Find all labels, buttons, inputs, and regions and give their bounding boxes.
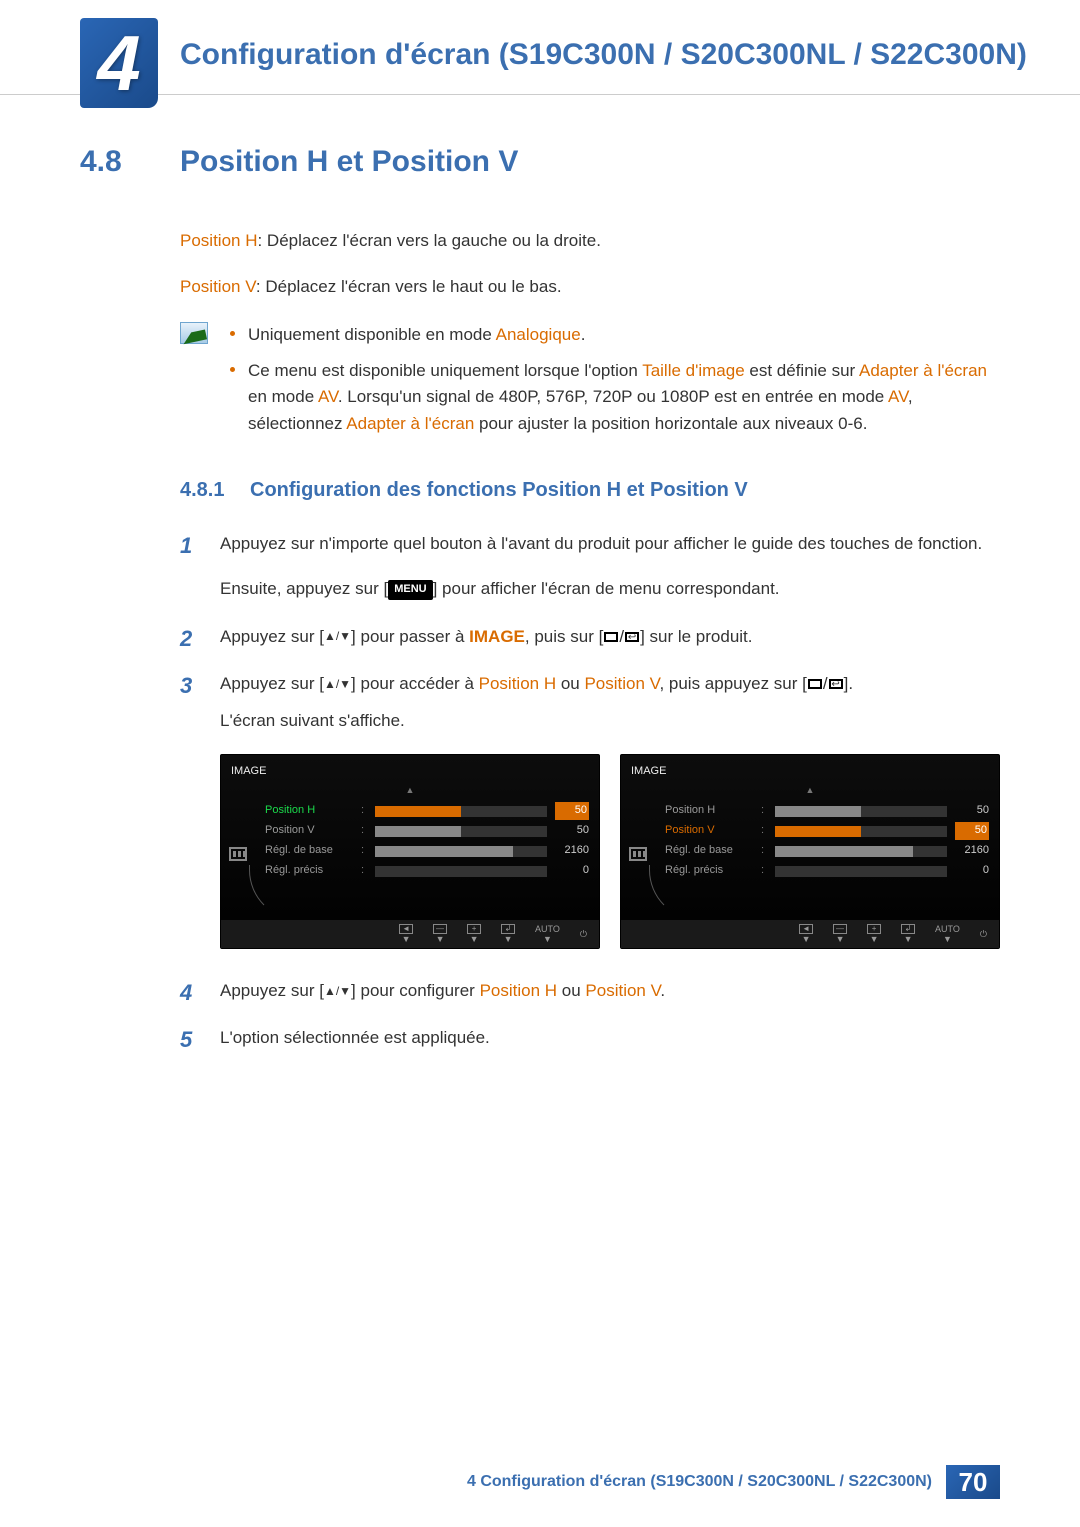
page-footer: 4 Configuration d'écran (S19C300N / S20C… (0, 1465, 1080, 1499)
step-3: 3 Appuyez sur [▲/▼] pour accéder à Posit… (180, 670, 1000, 949)
osd-item-value: 50 (555, 822, 589, 840)
osd-item-value: 50 (555, 802, 589, 820)
osd-slider (775, 846, 947, 857)
enter-icon (625, 632, 639, 642)
note-item-2: Ce menu est disponible uniquement lorsqu… (226, 358, 1000, 437)
menu-key-icon: MENU (388, 580, 432, 600)
osd-curve-decoration (249, 865, 299, 920)
page-header: 4 Configuration d'écran (S19C300N / S20C… (0, 0, 1080, 95)
subsection-heading: 4.8.1 Configuration des fonctions Positi… (180, 479, 1000, 502)
osd-footer: ◄▼ —▼ +▼ ↲▼ AUTO▼ ⏻ (221, 920, 599, 948)
steps-list: 1 Appuyez sur n'importe quel bouton à l'… (180, 530, 1000, 1051)
step-number: 1 (180, 528, 192, 563)
step-5: 5 L'option sélectionnée est appliquée. (180, 1024, 1000, 1051)
note-item-1: Uniquement disponible en mode Analogique… (226, 322, 1000, 348)
step-number: 5 (180, 1022, 192, 1057)
step-4: 4 Appuyez sur [▲/▼] pour configurer Posi… (180, 977, 1000, 1004)
step-2: 2 Appuyez sur [▲/▼] pour passer à IMAGE,… (180, 623, 1000, 650)
osd-item-label: Position V (665, 822, 753, 840)
osd-item-label: Régl. de base (665, 842, 753, 860)
note-icon (180, 322, 208, 344)
image-mode-icon (629, 847, 647, 861)
up-down-icon: ▲/▼ (324, 627, 351, 646)
osd-up-arrow-icon: ▲ (231, 783, 589, 797)
up-down-icon: ▲/▼ (324, 982, 351, 1001)
footer-page-number: 70 (946, 1465, 1000, 1499)
footer-text: 4 Configuration d'écran (S19C300N / S20C… (453, 1465, 946, 1499)
osd-slider (375, 826, 547, 837)
osd-slider (375, 806, 547, 817)
osd-item-value: 0 (555, 862, 589, 880)
step-1: 1 Appuyez sur n'importe quel bouton à l'… (180, 530, 1000, 602)
osd-slider (375, 846, 547, 857)
osd-screenshots: IMAGE ▲ Position H:50Position V:50Régl. … (220, 754, 1000, 949)
note-block: Uniquement disponible en mode Analogique… (180, 322, 1000, 447)
label-position-v: Position V (180, 277, 256, 296)
subsection-number: 4.8.1 (180, 479, 250, 502)
step-number: 3 (180, 668, 192, 703)
osd-title: IMAGE (231, 763, 589, 781)
section-heading: 4.8 Position H et Position V (80, 145, 1000, 179)
chapter-tab: 4 (80, 18, 158, 108)
osd-slider (775, 866, 947, 877)
osd-item-value: 50 (955, 802, 989, 820)
image-mode-icon (229, 847, 247, 861)
osd-panel-left: IMAGE ▲ Position H:50Position V:50Régl. … (220, 754, 600, 949)
power-icon: ⏻ (980, 927, 987, 941)
osd-row: Régl. de base:2160 (631, 841, 989, 861)
content-area: 4.8 Position H et Position V Position H:… (0, 145, 1080, 1052)
power-icon: ⏻ (580, 927, 587, 941)
intro-position-v: Position V: Déplacez l'écran vers le hau… (180, 275, 1000, 300)
section-number: 4.8 (80, 145, 180, 179)
osd-title: IMAGE (631, 763, 989, 781)
chapter-number: 4 (97, 24, 140, 102)
osd-item-value: 2160 (555, 842, 589, 860)
osd-item-label: Régl. de base (265, 842, 353, 860)
osd-item-value: 50 (955, 822, 989, 840)
osd-item-value: 0 (955, 862, 989, 880)
osd-item-value: 2160 (955, 842, 989, 860)
osd-slider (775, 806, 947, 817)
osd-row: Position V:50 (231, 821, 589, 841)
osd-curve-decoration (649, 865, 699, 920)
osd-footer: ◄▼ —▼ +▼ ↲▼ AUTO▼ ⏻ (621, 920, 999, 948)
step-number: 4 (180, 975, 192, 1010)
section-title: Position H et Position V (180, 145, 518, 179)
osd-row: Position V:50 (631, 821, 989, 841)
note-list: Uniquement disponible en mode Analogique… (226, 322, 1000, 447)
intro-position-h: Position H: Déplacez l'écran vers la gau… (180, 229, 1000, 254)
osd-panel-right: IMAGE ▲ Position H:50Position V:50Régl. … (620, 754, 1000, 949)
source-icon (808, 679, 822, 689)
step-number: 2 (180, 621, 192, 656)
osd-item-label: Position H (665, 802, 753, 820)
osd-up-arrow-icon: ▲ (631, 783, 989, 797)
osd-slider (375, 866, 547, 877)
osd-slider (775, 826, 947, 837)
osd-item-label: Position H (265, 802, 353, 820)
subsection-title: Configuration des fonctions Position H e… (250, 479, 748, 502)
source-icon (604, 632, 618, 642)
osd-row: Position H:50 (231, 801, 589, 821)
up-down-icon: ▲/▼ (324, 675, 351, 694)
osd-row: Position H:50 (631, 801, 989, 821)
enter-icon (829, 679, 843, 689)
osd-row: Régl. de base:2160 (231, 841, 589, 861)
osd-item-label: Position V (265, 822, 353, 840)
label-position-h: Position H (180, 231, 257, 250)
chapter-title: Configuration d'écran (S19C300N / S20C30… (180, 28, 1080, 74)
